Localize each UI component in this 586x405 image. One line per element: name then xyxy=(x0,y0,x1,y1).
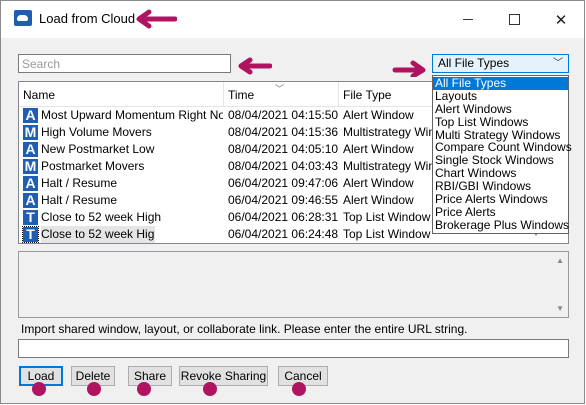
file-name: Close to 52 week High xyxy=(41,226,155,243)
file-time: 08/04/2021 04:15:50 xyxy=(228,108,338,122)
option-alert-windows[interactable]: Alert Windows xyxy=(433,102,568,116)
maximize-icon xyxy=(508,14,520,25)
file-type: Multistrategy Windo xyxy=(343,159,433,173)
search-input[interactable] xyxy=(18,54,231,73)
revoke-sharing-button[interactable]: Revoke Sharing xyxy=(179,366,268,386)
alert-window-icon: A xyxy=(23,108,38,123)
alert-window-icon: A xyxy=(23,193,38,208)
preview-pane: ▲ ▼ xyxy=(18,251,569,318)
annotation-dot-icon xyxy=(292,382,306,396)
share-button[interactable]: Share xyxy=(128,366,172,386)
file-type: Top List Window xyxy=(343,210,431,224)
file-time: 06/04/2021 06:24:48 xyxy=(228,227,338,241)
maximize-button[interactable] xyxy=(491,1,537,38)
chevron-down-icon: ﹀ xyxy=(553,58,563,69)
minimize-icon xyxy=(463,19,473,20)
sort-descending-icon: ﹀ xyxy=(275,84,285,94)
scroll-up-icon[interactable]: ▲ xyxy=(556,256,564,265)
file-type-select[interactable]: All File Types ﹀ xyxy=(432,54,569,73)
file-type: Top List Window xyxy=(343,227,431,241)
file-name: Halt / Resume xyxy=(41,176,118,190)
title-bar: Load from Cloud ✕ xyxy=(1,1,584,38)
option-brokerage-plus-windows[interactable]: Brokerage Plus Windows xyxy=(433,218,569,232)
file-type: Alert Window xyxy=(343,142,414,156)
load-from-cloud-dialog: Load from Cloud ✕ Name Time File Type ﹀ … xyxy=(0,0,585,404)
file-time: 08/04/2021 04:03:43 xyxy=(228,159,338,173)
top-list-window-icon: T xyxy=(22,226,39,243)
cloud-app-icon xyxy=(14,10,32,26)
annotation-dot-icon xyxy=(137,382,151,396)
file-type: Alert Window xyxy=(343,108,414,122)
file-name: New Postmarket Low xyxy=(41,142,155,156)
file-name: Most Upward Momentum Right Now xyxy=(41,108,223,122)
close-icon: ✕ xyxy=(554,11,568,29)
file-time: 06/04/2021 06:28:31 xyxy=(228,210,338,224)
window-title: Load from Cloud xyxy=(39,11,136,26)
close-button[interactable]: ✕ xyxy=(538,1,584,38)
file-time: 08/04/2021 04:05:10 xyxy=(228,142,338,156)
scroll-down-icon[interactable]: ▼ xyxy=(556,304,564,313)
file-name: Close to 52 week High xyxy=(41,210,162,224)
alert-window-icon: A xyxy=(23,176,38,191)
annotation-arrow-icon xyxy=(392,60,426,77)
file-name: High Volume Movers xyxy=(41,125,152,139)
alert-window-icon: A xyxy=(23,142,38,157)
option-top-list-windows[interactable]: Top List Windows xyxy=(433,115,568,129)
option-price-alerts[interactable]: Price Alerts xyxy=(433,205,568,219)
file-name: Postmarket Movers xyxy=(41,159,145,173)
file-time: 08/04/2021 04:15:36 xyxy=(228,125,338,139)
file-type: Multistrategy Windo xyxy=(343,125,433,139)
annotation-dot-icon xyxy=(87,382,101,396)
annotation-arrow-icon xyxy=(238,57,272,75)
file-type: Alert Window xyxy=(343,176,414,190)
minimize-button[interactable] xyxy=(445,1,491,38)
column-header-name[interactable]: Name xyxy=(19,82,224,106)
import-label: Import shared window, layout, or collabo… xyxy=(21,322,468,336)
annotation-arrow-icon xyxy=(136,9,177,29)
top-list-window-icon: T xyxy=(23,210,38,225)
file-name: Halt / Resume xyxy=(41,193,118,207)
file-type-selected: All File Types xyxy=(438,56,510,70)
file-type: Alert Window xyxy=(343,193,414,207)
file-time: 06/04/2021 09:47:06 xyxy=(228,176,338,190)
option-layouts[interactable]: Layouts xyxy=(433,89,568,103)
multistrategy-window-icon: M xyxy=(23,124,38,140)
annotation-dot-icon xyxy=(32,382,46,396)
option-all-file-types[interactable]: All File Types xyxy=(433,77,568,90)
file-time: 06/04/2021 09:46:55 xyxy=(228,193,338,207)
file-type-options[interactable]: All File Types Layouts Alert Windows Top… xyxy=(432,75,572,234)
multistrategy-window-icon: M xyxy=(23,158,38,174)
import-url-input[interactable] xyxy=(18,339,569,358)
annotation-dot-icon xyxy=(203,382,217,396)
option-price-alerts-windows[interactable]: Price Alerts Windows xyxy=(433,193,568,206)
